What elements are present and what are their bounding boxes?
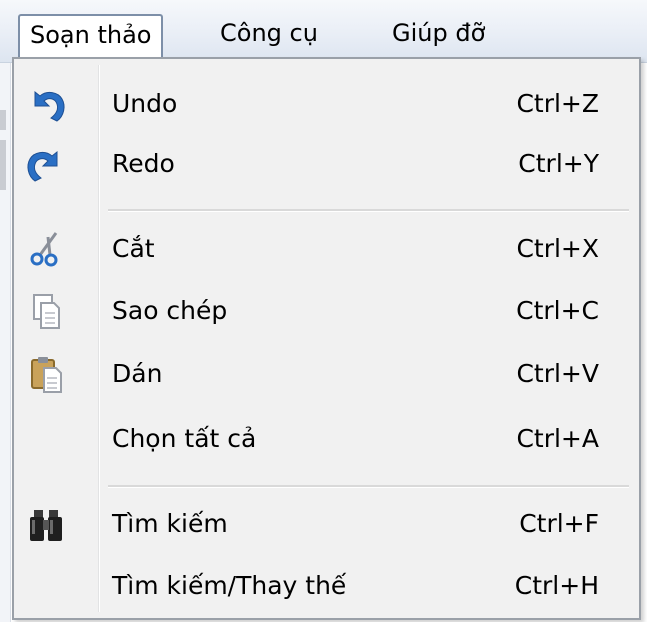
menu-item-label: Sao chép [112, 296, 228, 325]
menu-item-find[interactable]: Tìm kiếm Ctrl+F [14, 494, 639, 554]
menu-item-select-all[interactable]: Chọn tất cả Ctrl+A [14, 409, 639, 469]
redo-icon [24, 142, 68, 186]
menu-item-undo[interactable]: Undo Ctrl+Z [14, 74, 639, 134]
binoculars-icon [24, 502, 68, 546]
window-left-edge [0, 0, 11, 622]
shortcut-text: Ctrl+X [516, 234, 599, 263]
menu-separator [108, 209, 629, 212]
menu-item-paste[interactable]: Dán Ctrl+V [14, 344, 639, 404]
menu-item-label: Cắt [112, 234, 155, 263]
menu-item-label: Undo [112, 89, 178, 118]
menu-item-copy[interactable]: Sao chép Ctrl+C [14, 281, 639, 341]
paste-icon [24, 352, 68, 396]
menu-item-label: Tìm kiếm [112, 509, 228, 538]
menu-soan-thao[interactable]: Soạn thảo [18, 14, 164, 58]
edge-notch [0, 140, 6, 190]
shortcut-text: Ctrl+Y [518, 149, 599, 178]
menu-item-label: Redo [112, 149, 175, 178]
menu-item-cut[interactable]: Cắt Ctrl+X [14, 219, 639, 279]
shortcut-text: Ctrl+Z [516, 89, 599, 118]
shortcut-text: Ctrl+V [516, 359, 599, 388]
menu-separator [108, 485, 629, 488]
undo-icon [24, 82, 68, 126]
menu-item-label: Chọn tất cả [112, 424, 257, 453]
scissors-icon [24, 227, 68, 271]
menu-item-find-replace[interactable]: Tìm kiếm/Thay thế Ctrl+H [14, 556, 639, 616]
menu-item-redo[interactable]: Redo Ctrl+Y [14, 134, 639, 194]
menubar: Soạn thảo Công cụ Giúp đỡ [0, 0, 647, 63]
shortcut-text: Ctrl+A [516, 424, 599, 453]
shortcut-text: Ctrl+H [514, 571, 599, 600]
edit-dropdown-menu: Undo Ctrl+Z Redo Ctrl+Y Cắt Ctrl+X Sao c… [12, 57, 641, 620]
menu-cong-cu[interactable]: Công cụ [210, 14, 328, 54]
copy-icon [24, 289, 68, 333]
menu-giup-do[interactable]: Giúp đỡ [382, 14, 495, 54]
edge-notch [0, 110, 6, 130]
menu-item-label: Tìm kiếm/Thay thế [112, 571, 347, 600]
shortcut-text: Ctrl+C [516, 296, 599, 325]
menu-item-label: Dán [112, 359, 163, 388]
shortcut-text: Ctrl+F [519, 509, 599, 538]
